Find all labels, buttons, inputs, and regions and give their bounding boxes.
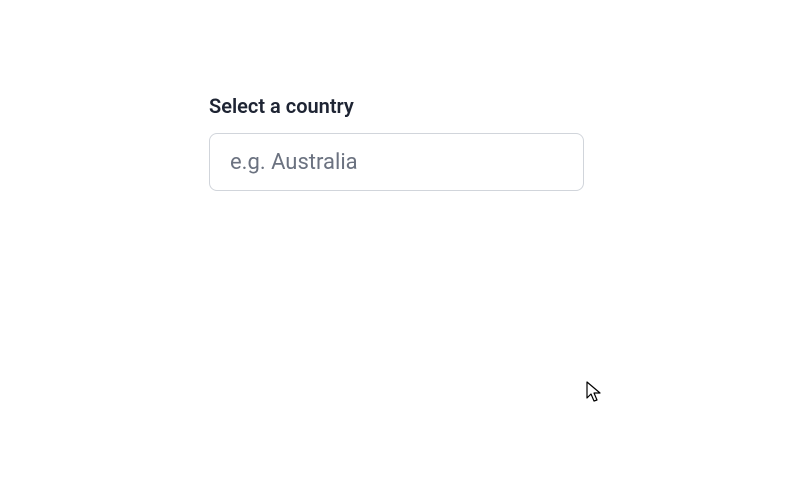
country-label: Select a country <box>209 94 584 118</box>
country-input[interactable] <box>209 133 584 191</box>
country-select-group: Select a country <box>209 94 584 191</box>
mouse-cursor-icon <box>586 381 602 403</box>
